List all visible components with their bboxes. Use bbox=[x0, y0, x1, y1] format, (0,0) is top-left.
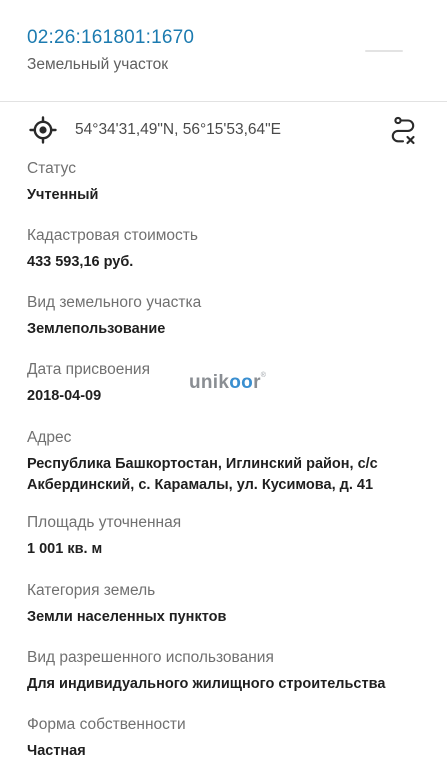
field-address: Адрес Республика Башкортостан, Иглинский… bbox=[27, 428, 427, 496]
field-value: 1 001 кв. м bbox=[27, 541, 103, 557]
field-label: Форма собственности bbox=[27, 716, 186, 733]
field-value: Учтенный bbox=[27, 187, 99, 203]
watermark-registered-mark: ® bbox=[260, 372, 267, 379]
sheet-drag-handle[interactable] bbox=[365, 50, 403, 52]
field-status: Статус Учтенный bbox=[27, 159, 427, 206]
field-label: Вид земельного участка bbox=[27, 294, 202, 311]
field-label: Адрес bbox=[27, 429, 72, 446]
coordinates-row: 54°34'31,49"N, 56°15'53,64"E bbox=[0, 102, 447, 157]
field-value: Республика Башкортостан, Иглинский район… bbox=[27, 456, 378, 493]
field-cadastral-value: Кадастровая стоимость 433 593,16 руб. bbox=[27, 226, 427, 273]
field-specified-area: Площадь уточненная 1 001 кв. м bbox=[27, 513, 427, 560]
plot-header: 02:26:161801:1670 Земельный участок bbox=[0, 0, 447, 101]
field-label: Категория земель bbox=[27, 582, 156, 599]
field-value: Для индивидуального жилищного строительс… bbox=[27, 676, 386, 692]
field-value: Землепользование bbox=[27, 321, 166, 337]
watermark-text-2: oo bbox=[229, 372, 254, 393]
field-land-category: Категория земель Земли населенных пункто… bbox=[27, 581, 427, 628]
object-type-subtitle: Земельный участок bbox=[27, 56, 169, 73]
field-ownership-form: Форма собственности Частная bbox=[27, 715, 427, 762]
gps-crosshair-icon[interactable] bbox=[29, 116, 57, 144]
watermark-text-3: r bbox=[253, 372, 261, 393]
field-permitted-use: Вид разрешенного использования Для индив… bbox=[27, 648, 427, 695]
cadastral-number[interactable]: 02:26:161801:1670 bbox=[27, 27, 194, 49]
field-land-plot-type: Вид земельного участка Землепользование bbox=[27, 293, 427, 340]
unikoor-watermark: unikoor® bbox=[189, 372, 266, 394]
route-icon[interactable] bbox=[388, 115, 418, 145]
field-label: Площадь уточненная bbox=[27, 514, 182, 531]
field-value: Земли населенных пунктов bbox=[27, 609, 227, 625]
field-value: Частная bbox=[27, 743, 86, 759]
plot-details-screen: 02:26:161801:1670 Земельный участок 54°3… bbox=[0, 0, 447, 768]
field-label: Статус bbox=[27, 160, 76, 177]
coordinates-text[interactable]: 54°34'31,49"N, 56°15'53,64"E bbox=[75, 121, 281, 139]
watermark-text-1: unik bbox=[189, 372, 230, 393]
field-value: 433 593,16 руб. bbox=[27, 254, 134, 270]
field-label: Кадастровая стоимость bbox=[27, 227, 198, 244]
field-label: Вид разрешенного использования bbox=[27, 649, 274, 666]
